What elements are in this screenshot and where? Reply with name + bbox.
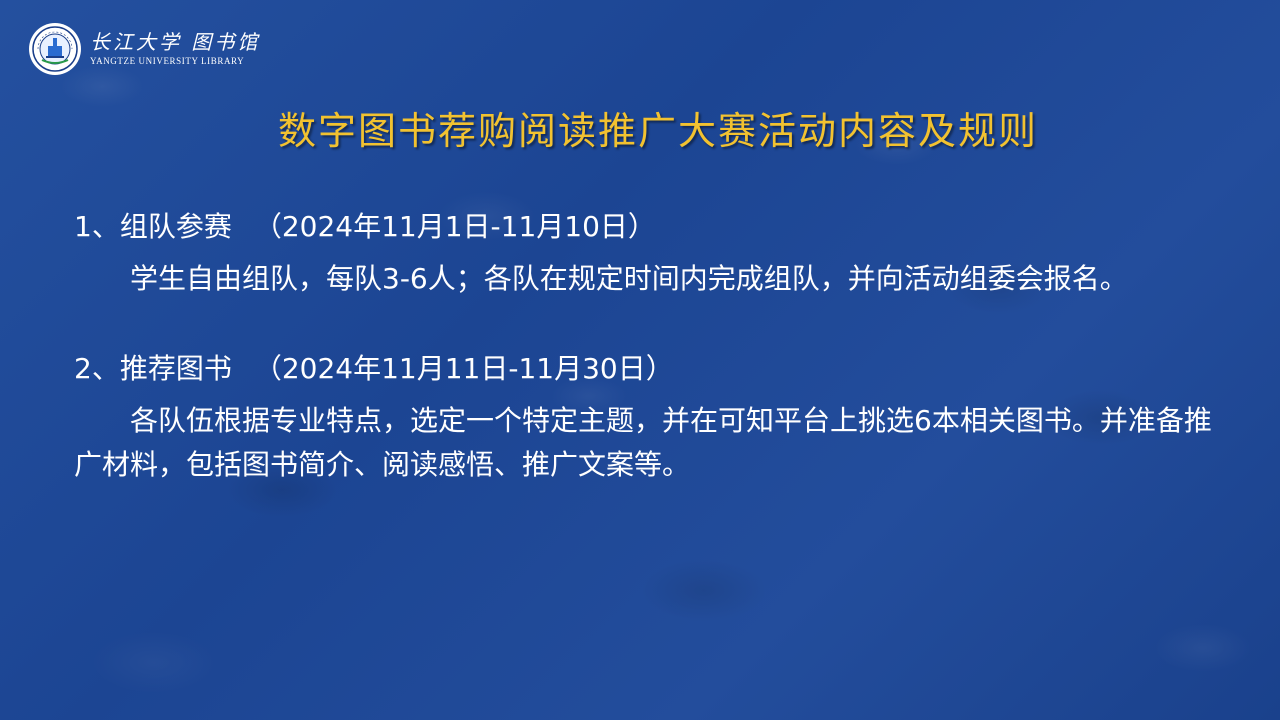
section-heading-label: 1、组队参赛 (74, 210, 232, 243)
section-heading: 2、推荐图书 （2024年11月11日-11月30日） (74, 347, 1214, 391)
rules-content: 1、组队参赛 （2024年11月1日-11月10日） 学生自由组队，每队3-6人；… (74, 205, 1214, 487)
slide: 长江大学 图书馆 YANGTZE UNIVERSITY LIBRARY 数字图书… (0, 0, 1280, 720)
page-title: 数字图书荐购阅读推广大赛活动内容及规则 (277, 109, 1038, 153)
section-body: 各队伍根据专业特点，选定一个特定主题，并在可知平台上挑选6本相关图书。并准备推广… (74, 404, 1212, 481)
library-name-cn: 长江大学 图书馆 (90, 30, 261, 54)
university-seal-icon (29, 23, 81, 75)
section-body: 学生自由组队，每队3-6人；各队在规定时间内完成组队，并向活动组委会报名。 (130, 262, 1128, 295)
section-book-recommendation: 2、推荐图书 （2024年11月11日-11月30日） 各队伍根据专业特点，选定一… (74, 347, 1214, 487)
library-logo: 长江大学 图书馆 YANGTZE UNIVERSITY LIBRARY (28, 22, 260, 76)
section-date: （2024年11月1日-11月10日） (253, 210, 656, 243)
section-heading-label: 2、推荐图书 (74, 352, 232, 385)
section-date: （2024年11月11日-11月30日） (253, 352, 674, 385)
section-heading: 1、组队参赛 （2024年11月1日-11月10日） (74, 205, 1214, 249)
section-team-registration: 1、组队参赛 （2024年11月1日-11月10日） 学生自由组队，每队3-6人；… (74, 205, 1214, 301)
library-name-en: YANGTZE UNIVERSITY LIBRARY (90, 56, 245, 66)
section-divider-space (74, 301, 1214, 347)
